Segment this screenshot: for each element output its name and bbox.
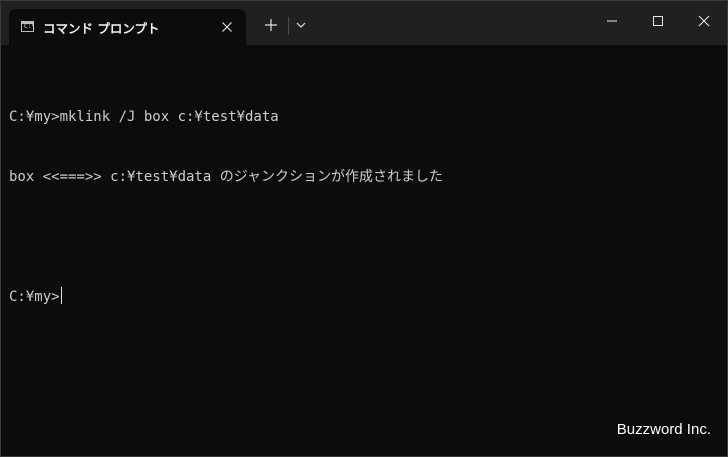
text-cursor [60,287,62,304]
chevron-down-icon [296,22,306,28]
tab-dropdown-button[interactable] [291,13,311,37]
close-window-button[interactable] [681,1,727,41]
prompt-line: C:¥my> [9,287,709,307]
terminal-line: box <<===>> c:¥test¥data のジャンクションが作成されまし… [9,169,444,185]
close-window-icon [698,15,710,27]
title-bar: C:\ コマンド プロンプト [1,1,727,45]
terminal-line: C:¥my>mklink /J box c:¥test¥data [9,109,279,125]
tab-title: コマンド プロンプト [43,21,160,36]
terminal-output[interactable]: C:¥my>mklink /J box c:¥test¥data box <<=… [9,67,709,347]
close-icon[interactable] [215,15,239,39]
prompt-text: C:¥my> [9,289,60,305]
tab-divider [288,17,289,35]
terminal-window: C:\ コマンド プロンプト C:¥my>mklink /J box c:¥te… [0,0,728,457]
plus-icon [265,19,277,31]
cmd-icon: C:\ [21,21,35,32]
maximize-icon [653,16,663,26]
new-tab-button[interactable] [259,13,283,37]
minimize-icon [607,20,617,22]
cmd-icon-text: C:\ [24,23,35,30]
tab-command-prompt[interactable]: C:\ コマンド プロンプト [9,9,246,45]
watermark: Buzzword Inc. [616,421,711,438]
maximize-button[interactable] [635,1,681,41]
minimize-button[interactable] [589,1,635,41]
